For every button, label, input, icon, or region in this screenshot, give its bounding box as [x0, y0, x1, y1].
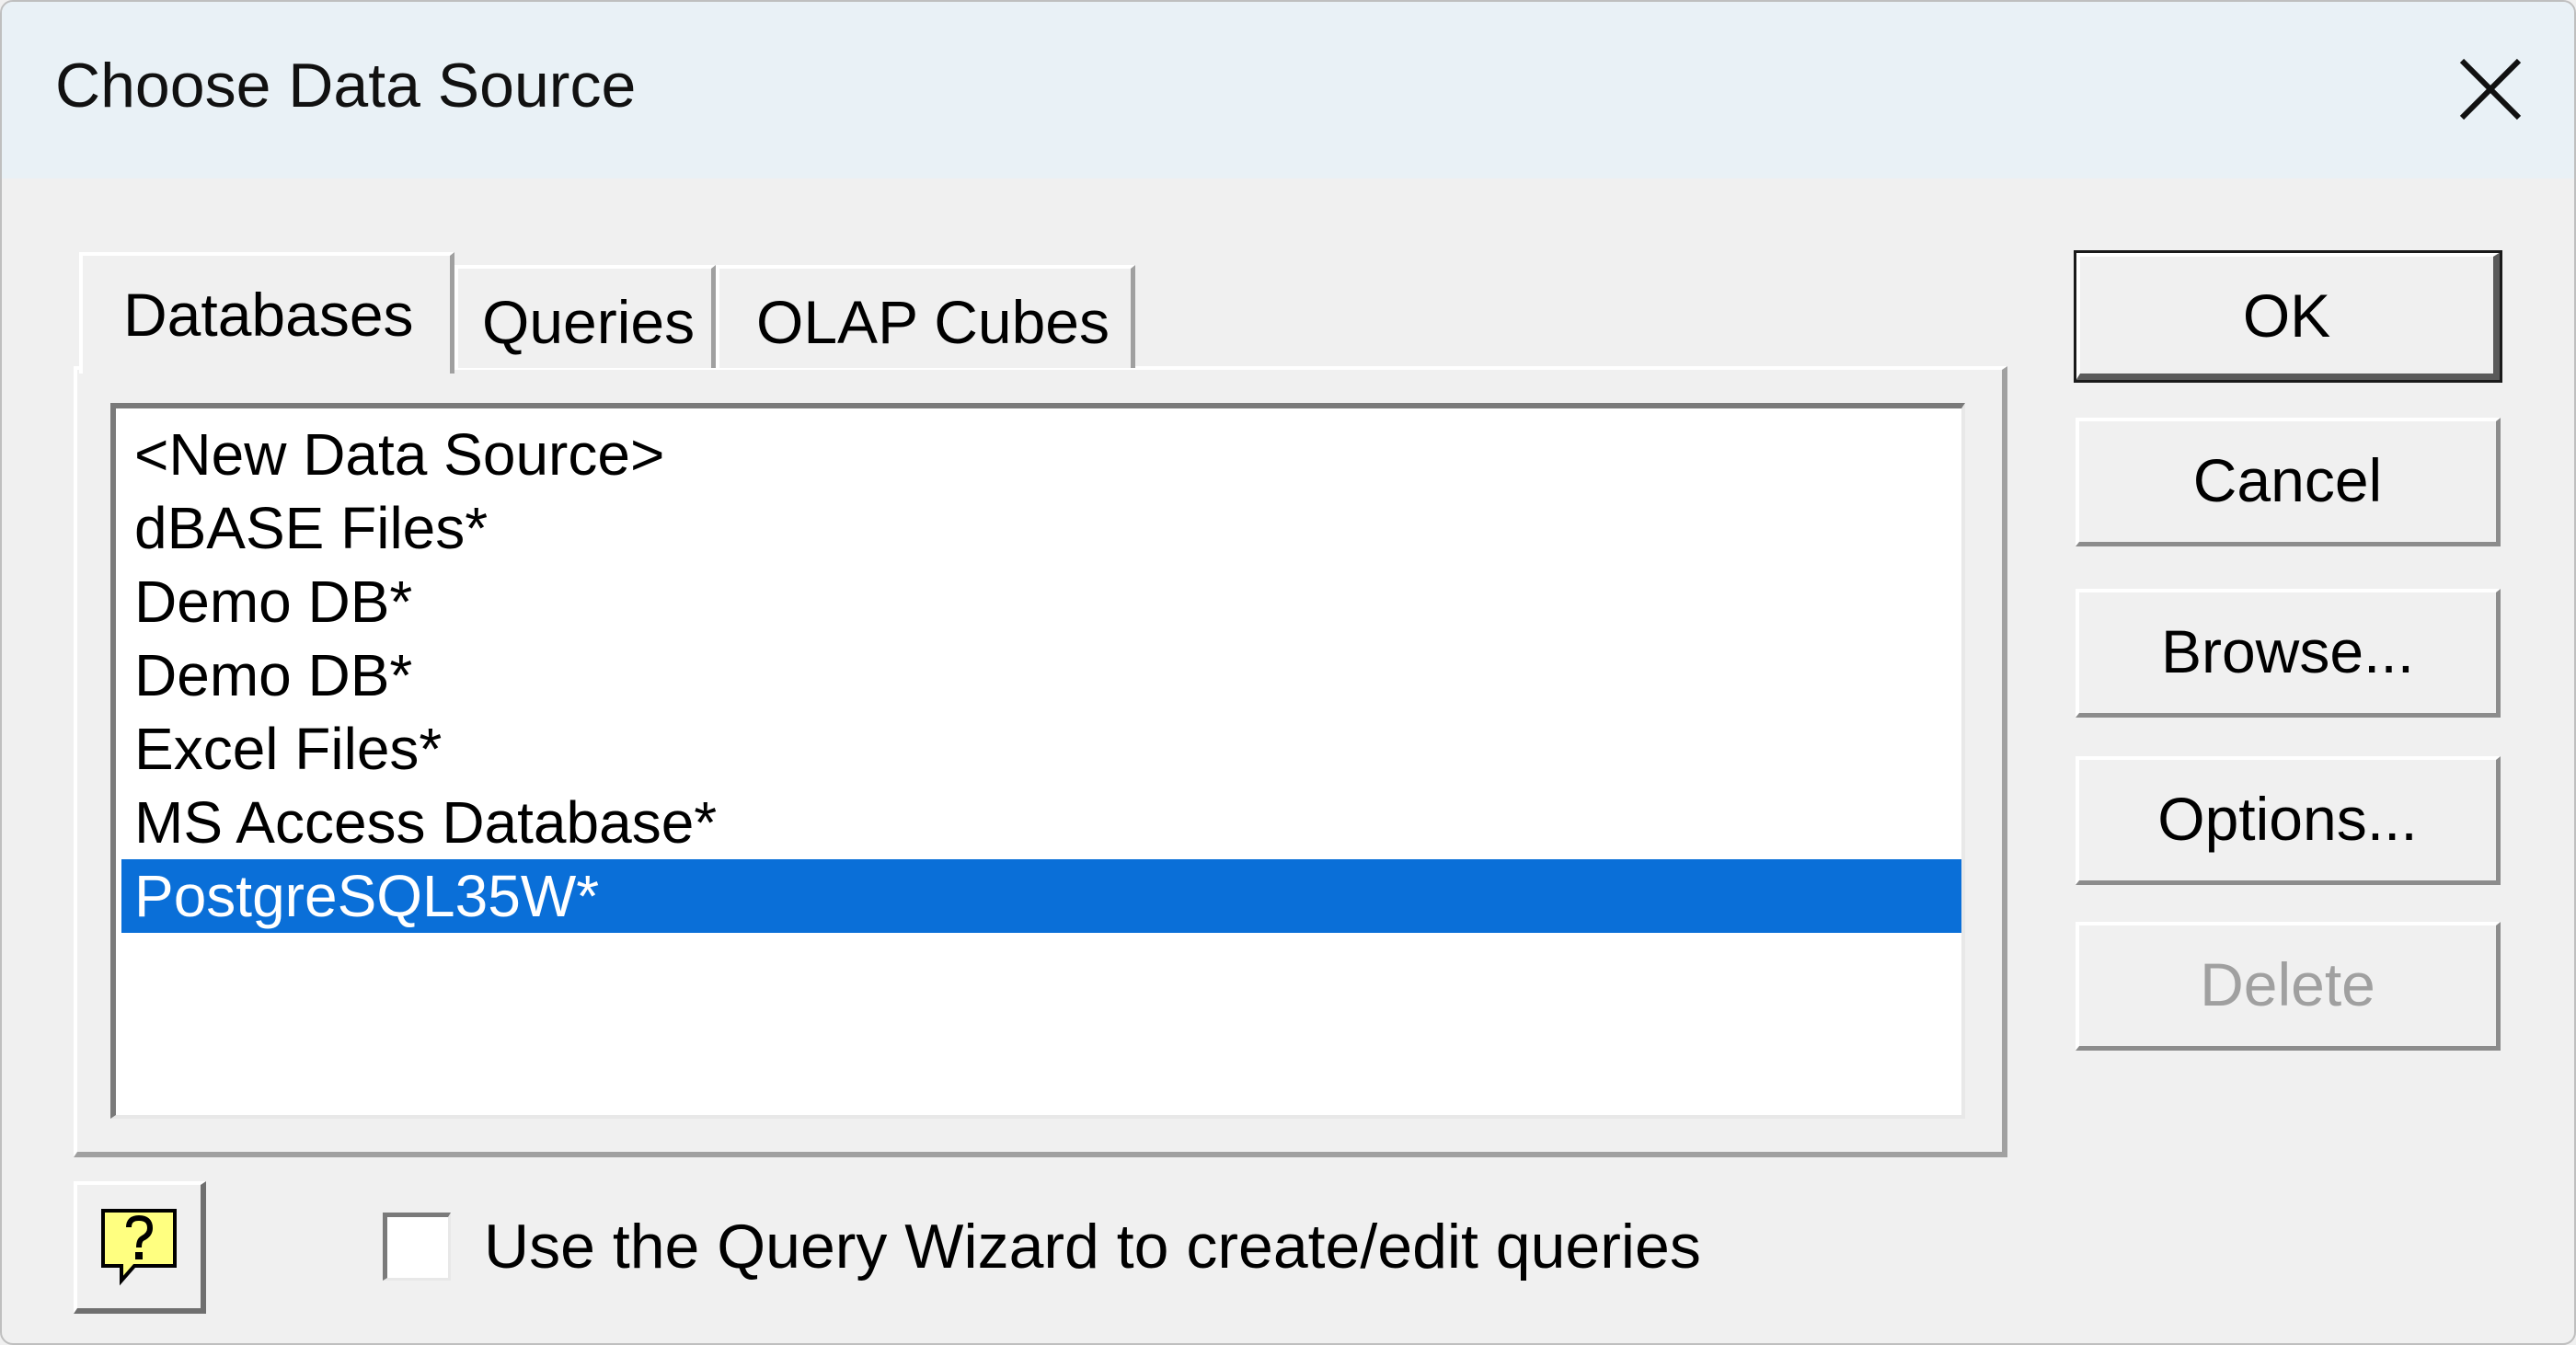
query-wizard-label: Use the Query Wizard to create/edit quer…: [484, 1212, 1701, 1282]
close-button[interactable]: [2440, 39, 2541, 140]
list-item-selected[interactable]: PostgreSQL35W*: [121, 859, 1961, 933]
list-item[interactable]: Demo DB*: [121, 638, 1961, 712]
cancel-button[interactable]: Cancel: [2076, 418, 2501, 546]
tab-olap-cubes[interactable]: OLAP Cubes: [716, 265, 1135, 368]
list-item[interactable]: Excel Files*: [121, 712, 1961, 786]
list-item[interactable]: MS Access Database*: [121, 786, 1961, 859]
query-wizard-checkbox[interactable]: [383, 1213, 451, 1281]
close-icon: [2459, 58, 2522, 121]
list-item[interactable]: <New Data Source>: [121, 418, 1961, 491]
tab-olap-cubes-label: OLAP Cubes: [756, 288, 1110, 356]
help-button[interactable]: [74, 1181, 206, 1314]
list-item-label: Excel Files*: [134, 716, 443, 782]
list-item[interactable]: Demo DB*: [121, 565, 1961, 638]
list-item-label: Demo DB*: [134, 569, 413, 635]
options-button[interactable]: Options...: [2076, 756, 2501, 885]
list-item-label: Demo DB*: [134, 642, 413, 708]
tab-queries[interactable]: Queries: [454, 265, 716, 368]
window-title: Choose Data Source: [55, 51, 637, 121]
help-icon: [101, 1209, 177, 1286]
list-item-label: MS Access Database*: [134, 789, 718, 856]
list-item-label: PostgreSQL35W*: [134, 863, 600, 929]
list-item-label: <New Data Source>: [134, 421, 665, 488]
tab-databases-label: Databases: [123, 281, 414, 349]
title-bar: Choose Data Source: [2, 2, 2574, 178]
delete-button[interactable]: Delete: [2076, 922, 2501, 1051]
tab-databases[interactable]: Databases: [79, 252, 454, 374]
list-item-label: dBASE Files*: [134, 495, 489, 561]
list-item[interactable]: dBASE Files*: [121, 491, 1961, 565]
data-source-list[interactable]: <New Data Source> dBASE Files* Demo DB* …: [110, 403, 1965, 1119]
ok-button[interactable]: OK: [2074, 250, 2502, 383]
tab-queries-label: Queries: [482, 288, 696, 356]
choose-data-source-dialog: Choose Data Source Databases Queries OLA…: [0, 0, 2576, 1345]
browse-button[interactable]: Browse...: [2076, 589, 2501, 718]
